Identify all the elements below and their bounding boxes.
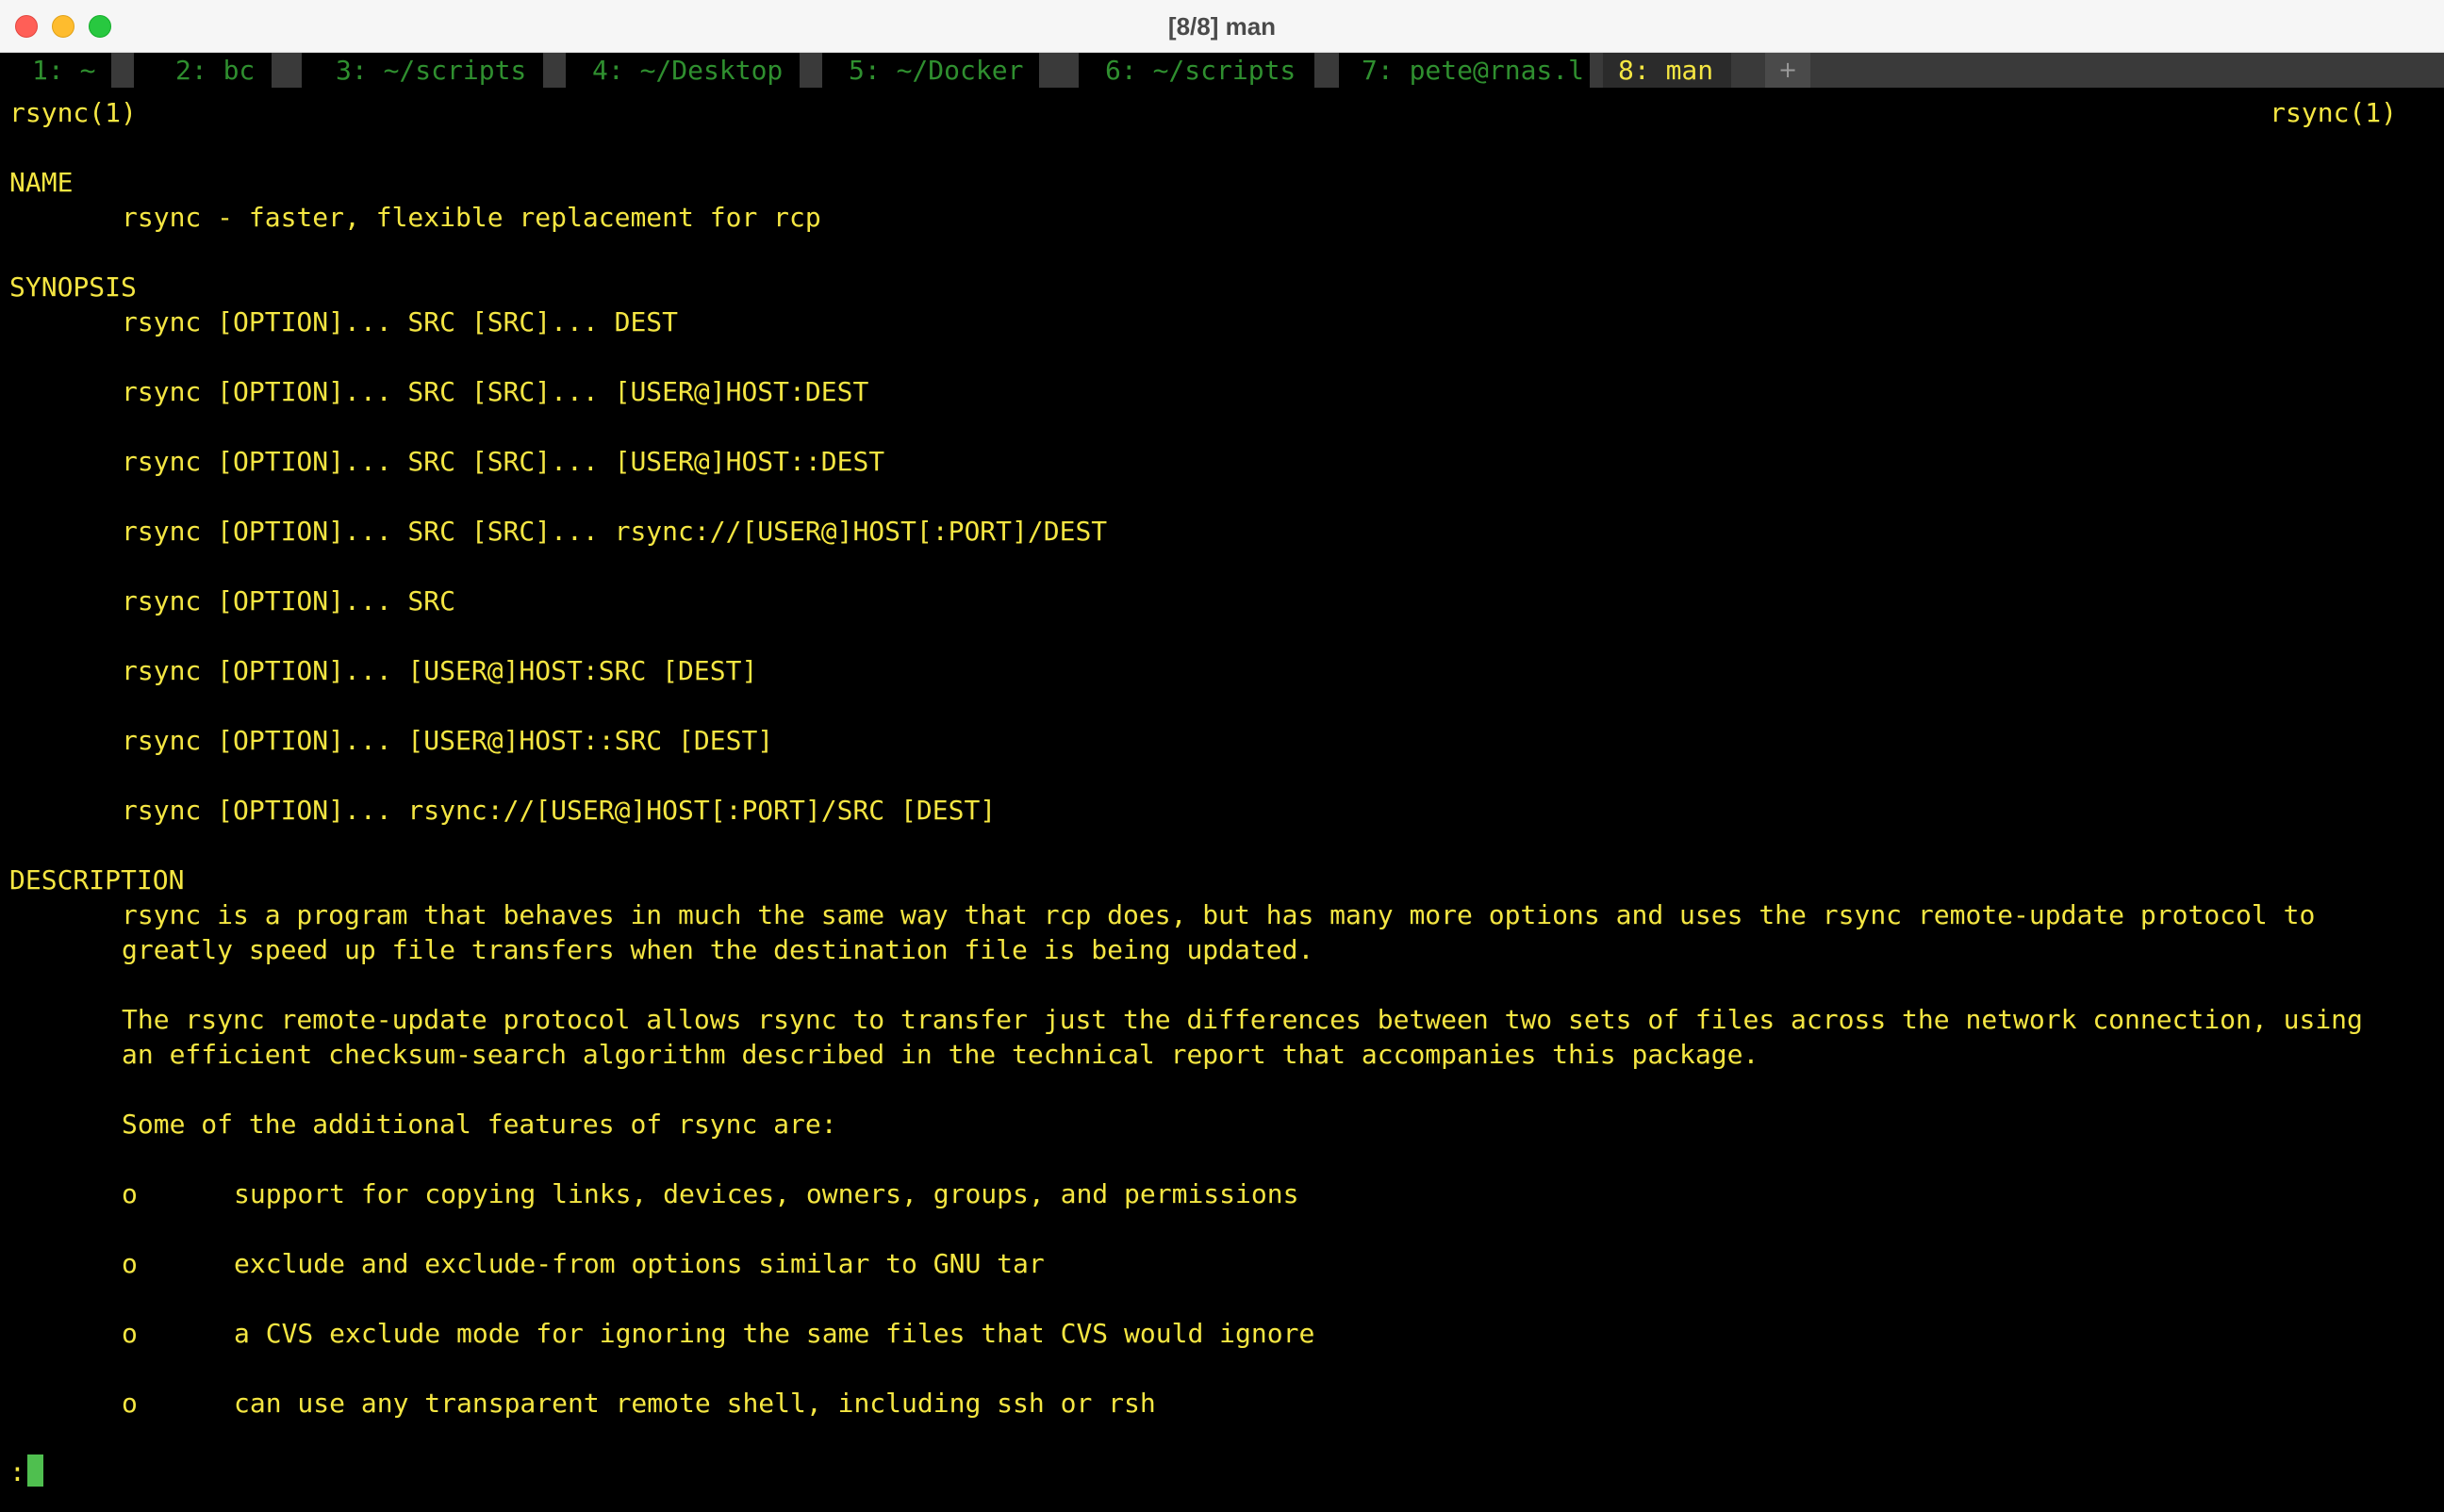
terminal-window: [8/8] man 1: ~ 2: bc 3: ~/scripts 4: ~/D…	[0, 0, 2444, 1512]
tab-label: 4: ~/Desktop	[592, 55, 784, 86]
synopsis-line: rsync [OPTION]... SRC	[122, 585, 456, 616]
tab-2[interactable]: 2: bc	[134, 53, 272, 88]
feature-item: exclude and exclude-from options similar…	[234, 1248, 1045, 1279]
tab-3[interactable]: 3: ~/scripts	[302, 53, 543, 88]
tab-label: 7: pete@rnas.l	[1362, 55, 1585, 86]
terminal-content[interactable]: rsync(1) rsync(1) NAME rsync - faster, f…	[0, 88, 2444, 1512]
tab-1[interactable]: 1: ~	[0, 53, 111, 88]
tab-5[interactable]: 5: ~/Docker	[822, 53, 1039, 88]
tab-8-active[interactable]: 8: man	[1603, 53, 1731, 88]
feature-bullet: o	[122, 1248, 138, 1279]
pager-prompt[interactable]: :	[9, 1454, 43, 1489]
section-heading-synopsis: SYNOPSIS	[9, 271, 137, 303]
new-tab-button[interactable]: +	[1765, 53, 1810, 88]
title-bar: [8/8] man	[0, 0, 2444, 53]
tab-6[interactable]: 6: ~/scripts	[1079, 53, 1314, 88]
tab-label: 2: bc	[175, 55, 256, 86]
tab-4[interactable]: 4: ~/Desktop	[566, 53, 800, 88]
name-text: rsync - faster, flexible replacement for…	[122, 202, 821, 233]
tab-label: 1: ~	[32, 55, 96, 86]
description-line: an efficient checksum-search algorithm d…	[122, 1039, 1759, 1070]
tab-label: 5: ~/Docker	[849, 55, 1024, 86]
feature-bullet: o	[122, 1178, 138, 1209]
feature-item: support for copying links, devices, owne…	[234, 1178, 1299, 1209]
description-line: greatly speed up file transfers when the…	[122, 934, 1314, 965]
tab-label: 3: ~/scripts	[336, 55, 527, 86]
synopsis-line: rsync [OPTION]... SRC [SRC]... rsync://[…	[122, 516, 1108, 547]
tab-label: 8: man	[1618, 55, 1714, 86]
feature-item: a CVS exclude mode for ignoring the same…	[234, 1318, 1315, 1349]
description-line: The rsync remote-update protocol allows …	[122, 1004, 2363, 1035]
section-heading-description: DESCRIPTION	[9, 864, 185, 896]
tab-bar: 1: ~ 2: bc 3: ~/scripts 4: ~/Desktop 5: …	[0, 53, 2444, 88]
synopsis-line: rsync [OPTION]... rsync://[USER@]HOST[:P…	[122, 795, 997, 826]
feature-bullet: o	[122, 1318, 138, 1349]
tab-label: 6: ~/scripts	[1105, 55, 1296, 86]
synopsis-line: rsync [OPTION]... SRC [SRC]... [USER@]HO…	[122, 446, 885, 477]
description-line: rsync is a program that behaves in much …	[122, 899, 2316, 930]
tab-7[interactable]: 7: pete@rnas.l	[1339, 53, 1590, 88]
man-header-right: rsync(1)	[2270, 97, 2397, 128]
pager-prompt-text: :	[9, 1456, 25, 1487]
section-heading-name: NAME	[9, 167, 74, 198]
man-header-left: rsync(1)	[9, 97, 137, 128]
feature-item: can use any transparent remote shell, in…	[234, 1388, 1156, 1419]
synopsis-line: rsync [OPTION]... [USER@]HOST:SRC [DEST]	[122, 655, 758, 686]
window-title: [8/8] man	[1167, 12, 1277, 41]
synopsis-line: rsync [OPTION]... SRC [SRC]... DEST	[122, 306, 679, 337]
text-cursor	[26, 1454, 43, 1487]
synopsis-line: rsync [OPTION]... SRC [SRC]... [USER@]HO…	[122, 376, 869, 407]
features-intro: Some of the additional features of rsync…	[122, 1109, 837, 1140]
synopsis-line: rsync [OPTION]... [USER@]HOST::SRC [DEST…	[122, 725, 774, 756]
feature-bullet: o	[122, 1388, 138, 1419]
